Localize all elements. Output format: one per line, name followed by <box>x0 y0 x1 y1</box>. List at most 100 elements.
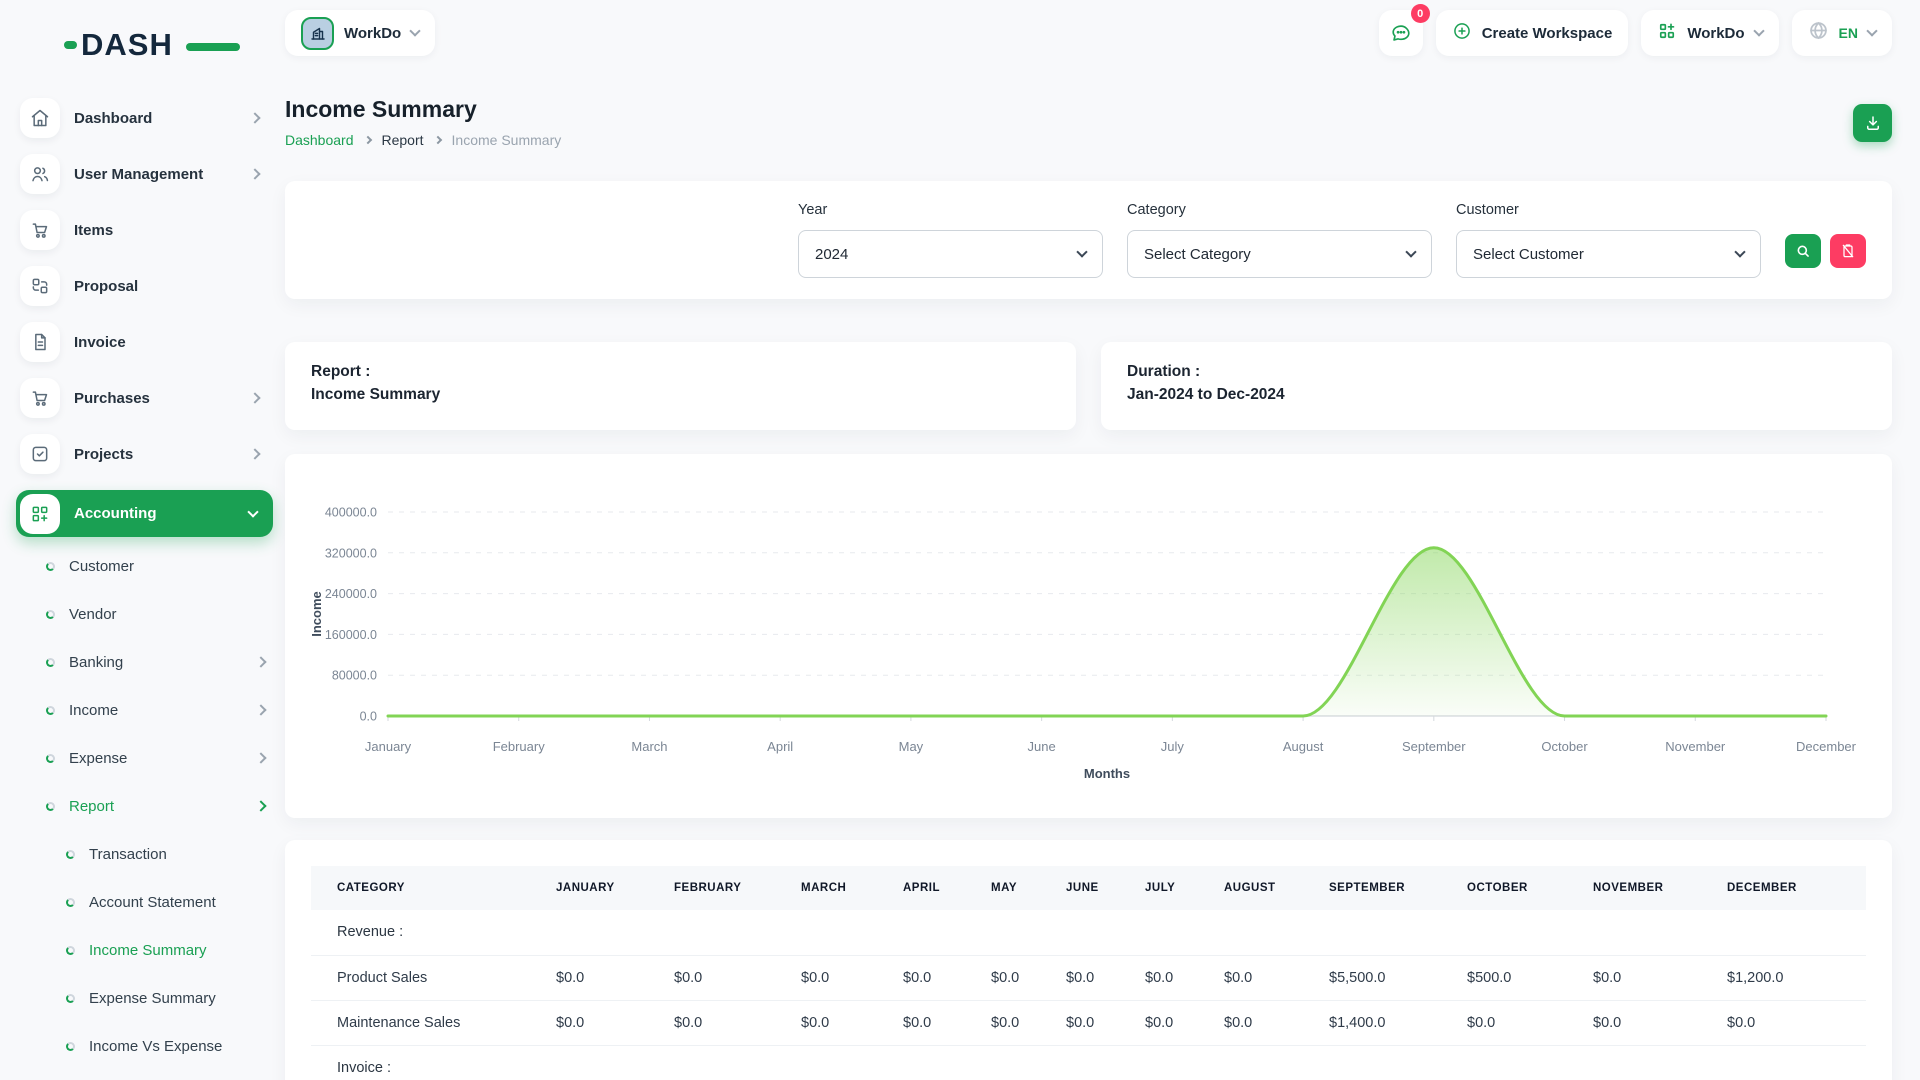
report-card-title: Report : <box>311 363 1050 381</box>
table-section-row: Invoice : <box>311 1045 1866 1080</box>
sidebar-item-label: User Management <box>74 166 237 183</box>
app-logo[interactable]: DASH <box>64 24 224 66</box>
table-col-header: AUGUST <box>1216 866 1321 910</box>
sidebar-subitem-label: Transaction <box>89 846 265 863</box>
sidebar-subitem-label: Income Summary <box>89 942 265 959</box>
sidebar-item-expense-summary[interactable]: Expense Summary <box>20 979 265 1017</box>
sidebar-item-label: Projects <box>74 446 237 463</box>
sidebar-item-invoice[interactable]: Invoice <box>20 322 265 362</box>
year-label: Year <box>798 202 1103 218</box>
sidebar-item-items[interactable]: Items <box>20 210 265 250</box>
breadcrumb-report[interactable]: Report <box>382 132 424 148</box>
sidebar-item-customer[interactable]: Customer <box>20 547 265 585</box>
report-card-value: Income Summary <box>311 386 1050 404</box>
breadcrumb-current: Income Summary <box>452 132 562 148</box>
workspace-menu[interactable]: WorkDo <box>1641 10 1778 56</box>
chevron-right-icon <box>255 704 266 715</box>
chevron-down-icon <box>1734 246 1745 257</box>
bullet-icon <box>46 706 55 715</box>
sidebar-item-proposal[interactable]: Proposal <box>20 266 265 306</box>
svg-text:80000.0: 80000.0 <box>332 669 377 683</box>
chevron-right-icon <box>249 392 260 403</box>
cell-value: $0.0 <box>1058 955 1137 1000</box>
sidebar-item-report[interactable]: Report <box>20 787 265 825</box>
customer-select[interactable]: Select Customer <box>1456 230 1761 278</box>
cell-value: $0.0 <box>983 1000 1058 1045</box>
workspace-building-icon <box>301 17 334 50</box>
sidebar-subitem-label: Customer <box>69 558 265 575</box>
table-col-header: NOVEMBER <box>1585 866 1719 910</box>
cell-value: $0.0 <box>548 1000 666 1045</box>
svg-text:August: August <box>1283 739 1324 754</box>
breadcrumb: Dashboard Report Income Summary <box>285 132 1892 148</box>
cart-icon <box>20 210 60 250</box>
sidebar-item-purchases[interactable]: Purchases <box>20 378 265 418</box>
sidebar-item-account-statement[interactable]: Account Statement <box>20 883 265 921</box>
language-selector[interactable]: EN <box>1792 10 1892 56</box>
search-button[interactable] <box>1785 234 1821 268</box>
svg-text:December: December <box>1796 739 1857 754</box>
table-col-header: FEBRUARY <box>666 866 793 910</box>
table-col-header: JULY <box>1137 866 1216 910</box>
table-col-header: JUNE <box>1058 866 1137 910</box>
cell-value: $0.0 <box>1058 1000 1137 1045</box>
plus-circle-icon <box>1452 21 1472 46</box>
sidebar-item-income[interactable]: Income <box>20 691 265 729</box>
bullet-icon <box>46 802 55 811</box>
sidebar-item-expense[interactable]: Expense <box>20 739 265 777</box>
filter-fields: Year 2024 Category Select Category Custo… <box>798 202 1761 278</box>
sidebar-item-banking[interactable]: Banking <box>20 643 265 681</box>
category-select[interactable]: Select Category <box>1127 230 1432 278</box>
messages-badge: 0 <box>1411 4 1430 23</box>
table-section-label: Invoice : <box>311 1045 1866 1080</box>
table-header-row: CATEGORYJANUARYFEBRUARYMARCHAPRILMAYJUNE… <box>311 866 1866 910</box>
svg-text:0.0: 0.0 <box>360 710 377 724</box>
sidebar-item-label: Invoice <box>74 334 259 351</box>
sidebar-item-income-summary[interactable]: Income Summary <box>20 931 265 969</box>
bullet-icon <box>66 898 75 907</box>
clipboard-off-icon <box>1840 243 1856 259</box>
sidebar-item-user-management[interactable]: User Management <box>20 154 265 194</box>
svg-text:March: March <box>631 739 667 754</box>
logo-accent-dot <box>64 41 77 49</box>
grid-plus-icon <box>1657 21 1677 46</box>
workspace-selector[interactable]: WorkDo <box>285 10 435 56</box>
sidebar-item-vendor[interactable]: Vendor <box>20 595 265 633</box>
bullet-icon <box>66 850 75 859</box>
row-category: Product Sales <box>311 955 548 1000</box>
category-label: Category <box>1127 202 1432 218</box>
breadcrumb-dashboard[interactable]: Dashboard <box>285 132 354 148</box>
reset-filter-button[interactable] <box>1830 234 1866 268</box>
messages-button[interactable]: 0 <box>1379 10 1423 56</box>
cell-value: $0.0 <box>1585 1000 1719 1045</box>
download-button[interactable] <box>1853 104 1892 142</box>
create-workspace-button[interactable]: Create Workspace <box>1436 10 1629 56</box>
svg-text:February: February <box>493 739 546 754</box>
cell-value: $0.0 <box>1719 1000 1866 1045</box>
cell-value: $0.0 <box>666 955 793 1000</box>
cell-value: $1,400.0 <box>1321 1000 1459 1045</box>
table-col-header: MAY <box>983 866 1058 910</box>
sidebar-item-transaction[interactable]: Transaction <box>20 835 265 873</box>
sidebar-item-projects[interactable]: Projects <box>20 434 265 474</box>
table-col-header: DECEMBER <box>1719 866 1866 910</box>
language-code: EN <box>1839 25 1858 41</box>
create-workspace-label: Create Workspace <box>1482 25 1613 42</box>
chevron-right-icon <box>255 656 266 667</box>
sidebar-item-label: Items <box>74 222 259 239</box>
workspace-name: WorkDo <box>344 25 401 42</box>
svg-text:November: November <box>1665 739 1726 754</box>
sidebar-item-income-vs-expense[interactable]: Income Vs Expense <box>20 1027 265 1065</box>
table-row: Maintenance Sales$0.0$0.0$0.0$0.0$0.0$0.… <box>311 1000 1866 1045</box>
sidebar-subitem-label: Income Vs Expense <box>89 1038 265 1055</box>
chevron-right-icon <box>363 136 371 144</box>
sidebar-item-dashboard[interactable]: Dashboard <box>20 98 265 138</box>
cell-value: $0.0 <box>1137 1000 1216 1045</box>
sidebar: DASH Dashboard User Management Items Pro… <box>0 0 285 1080</box>
year-select[interactable]: 2024 <box>798 230 1103 278</box>
sidebar-item-accounting[interactable]: Accounting <box>16 490 273 537</box>
bullet-icon <box>66 1042 75 1051</box>
bullet-icon <box>46 658 55 667</box>
chevron-down-icon <box>1076 246 1087 257</box>
cell-value: $0.0 <box>1137 955 1216 1000</box>
